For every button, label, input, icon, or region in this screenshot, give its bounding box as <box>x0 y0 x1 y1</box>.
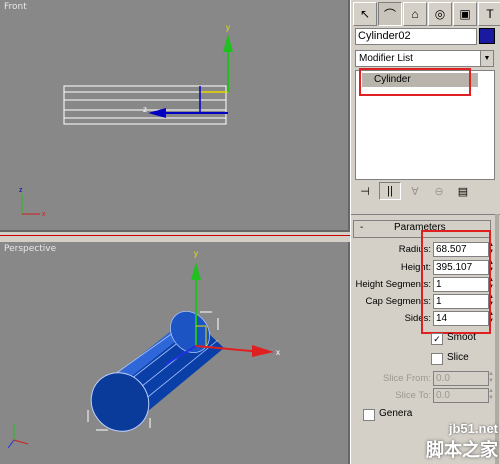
highlight-box-params <box>421 230 491 334</box>
motion-icon[interactable]: ◎ <box>428 2 452 26</box>
slice-checkbox[interactable] <box>431 353 443 365</box>
configure-sets-icon[interactable]: ▤ <box>453 183 473 199</box>
command-panel: ↖ ⌒ ⌂ ◎ ▣ T Cylinder02 Modifier List ▼ C… <box>350 0 500 464</box>
generate-mapping-checkbox[interactable] <box>363 409 375 421</box>
spinner-arrows-icon[interactable]: ▲ ▼ <box>487 371 495 385</box>
param-label: Slice From: <box>382 373 431 384</box>
divider <box>351 214 500 215</box>
modify-icon[interactable]: ⌒ <box>378 2 402 26</box>
z-axis-label-front: z <box>143 105 147 114</box>
smooth-label: Smoot <box>447 332 476 343</box>
smooth-checkbox[interactable]: ✓ <box>431 333 443 345</box>
create-cursor-icon[interactable]: ↖ <box>353 2 377 26</box>
front-scene: y z z x <box>19 23 233 218</box>
perspective-scene: y x <box>7 249 280 449</box>
stack-toolbar: ⊣ || ∀ ⊖ ▤ <box>355 182 495 200</box>
modifier-list-label: Modifier List <box>359 53 413 64</box>
y-axis-label-front: y <box>226 23 230 32</box>
svg-text:z: z <box>19 187 23 194</box>
cylinder-3d <box>90 311 224 432</box>
utilities-hammer-icon[interactable]: T <box>478 2 500 26</box>
watermark: jb51.net 脚本之家 <box>426 421 498 462</box>
param-slice-from: Slice From: 0.0 ▲ ▼ <box>351 371 499 387</box>
watermark-name: 脚本之家 <box>426 440 498 461</box>
x-axis-label-persp: x <box>276 348 280 357</box>
spinner-arrows-icon[interactable]: ▲ ▼ <box>487 388 495 402</box>
highlight-box-stack <box>359 68 471 96</box>
modifier-list-dropdown[interactable]: Modifier List ▼ <box>355 50 494 67</box>
param-label: Slice To: <box>395 390 431 401</box>
object-color-swatch[interactable] <box>479 28 495 44</box>
generate-mapping-label: Genera <box>379 408 413 419</box>
pin-stack-icon[interactable]: ⊣ <box>355 183 375 199</box>
param-slice-to: Slice To: 0.0 ▲ ▼ <box>351 388 499 404</box>
chevron-down-icon[interactable]: ▼ <box>480 51 493 66</box>
gizmo-front: y z <box>143 23 233 118</box>
slice-label: Slice <box>447 352 469 363</box>
hierarchy-icon[interactable]: ⌂ <box>403 2 427 26</box>
rollout-collapse-icon: - <box>360 222 364 233</box>
axis-tripod-front: z x <box>19 187 46 218</box>
slice-to-input[interactable]: 0.0 <box>433 388 489 403</box>
display-icon[interactable]: ▣ <box>453 2 477 26</box>
watermark-site: jb51.net <box>448 421 498 436</box>
front-viewport[interactable]: Front y z z x <box>0 0 350 232</box>
y-axis-label-persp: y <box>194 249 198 258</box>
param-label: Height Segments: <box>355 279 431 290</box>
command-panel-tabs: ↖ ⌒ ⌂ ◎ ▣ T <box>353 2 500 26</box>
axis-tripod-persp <box>7 424 29 449</box>
make-unique-icon[interactable]: ∀ <box>405 183 425 199</box>
show-end-result-icon[interactable]: || <box>379 182 401 200</box>
svg-text:x: x <box>42 211 46 218</box>
slice-from-input[interactable]: 0.0 <box>433 371 489 386</box>
remove-modifier-icon[interactable]: ⊖ <box>429 183 449 199</box>
object-name-field[interactable]: Cylinder02 <box>355 28 477 45</box>
perspective-viewport[interactable]: Perspective y x <box>0 242 350 464</box>
